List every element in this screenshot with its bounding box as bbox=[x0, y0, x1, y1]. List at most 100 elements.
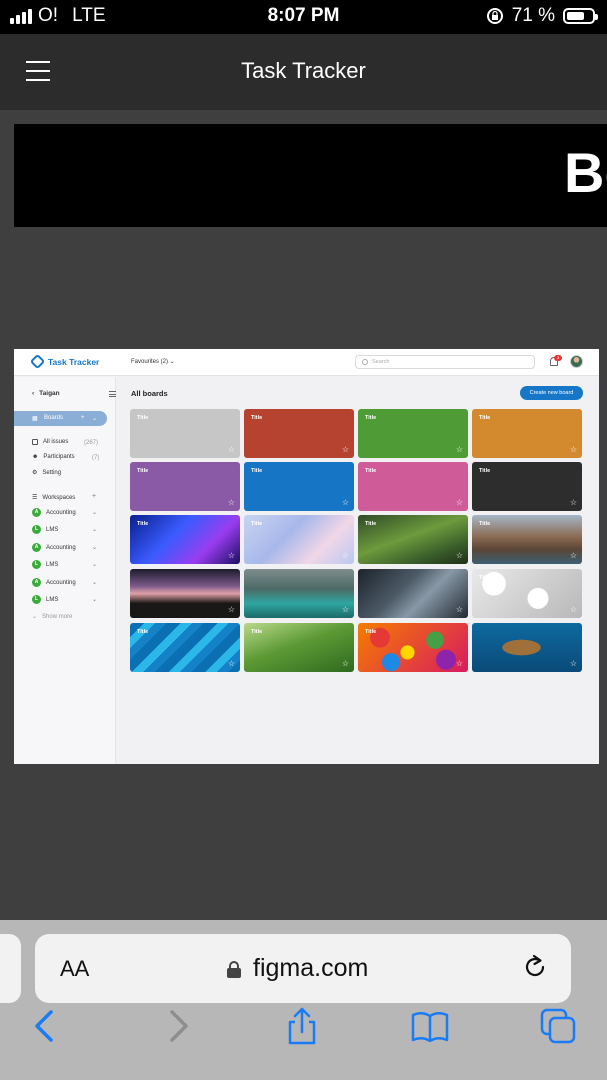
board-title: Title bbox=[251, 468, 263, 474]
star-icon[interactable]: ☆ bbox=[456, 660, 463, 668]
board-card[interactable]: Title ☆ bbox=[472, 409, 582, 458]
participants-count: (7) bbox=[92, 455, 100, 461]
search-icon bbox=[362, 359, 368, 365]
workspace-item[interactable]: A Accounting bbox=[32, 508, 76, 517]
board-title: Title bbox=[365, 629, 377, 635]
chevron-down-icon[interactable]: ⌄ bbox=[92, 579, 97, 586]
favourites-dropdown[interactable]: Favourites (2) ⌄ bbox=[131, 358, 175, 365]
text-size-label: AA bbox=[60, 956, 90, 981]
back-link[interactable]: ‹ Taigan bbox=[32, 390, 60, 397]
star-icon[interactable]: ☆ bbox=[342, 606, 349, 614]
forward-icon[interactable] bbox=[158, 1006, 198, 1046]
star-icon[interactable]: ☆ bbox=[228, 660, 235, 668]
workspace-item[interactable]: L LMS bbox=[32, 595, 58, 604]
board-card[interactable]: Title ☆ bbox=[358, 515, 468, 564]
workspace-item[interactable]: A Accounting bbox=[32, 578, 76, 587]
board-card[interactable]: ☆ bbox=[244, 569, 354, 618]
create-board-button[interactable]: Create new board bbox=[520, 386, 583, 400]
share-icon[interactable] bbox=[282, 1006, 322, 1046]
star-icon[interactable]: ☆ bbox=[228, 606, 235, 614]
chevron-down-icon[interactable]: ⌄ bbox=[92, 596, 97, 603]
board-card[interactable]: Title ☆ bbox=[472, 515, 582, 564]
star-icon[interactable]: ☆ bbox=[342, 446, 349, 454]
sidebar-item-participants[interactable]: ☻ Participants bbox=[32, 454, 75, 460]
workspace-label: Accounting bbox=[46, 509, 76, 516]
star-icon[interactable]: ☆ bbox=[456, 446, 463, 454]
board-card[interactable]: Title ☆ bbox=[472, 569, 582, 618]
board-card[interactable]: Title ☆ bbox=[244, 515, 354, 564]
page-title: All boards bbox=[131, 389, 168, 398]
workspace-avatar: A bbox=[32, 578, 41, 587]
task-tracker-frame: Task Tracker Favourites (2) ⌄ Search 3 ‹… bbox=[14, 349, 599, 764]
chevron-down-icon[interactable]: ⌄ bbox=[92, 561, 97, 568]
avatar[interactable] bbox=[570, 355, 583, 368]
board-card[interactable]: Title ☆ bbox=[358, 409, 468, 458]
workspace-label: Accounting bbox=[46, 544, 76, 551]
app-logo[interactable]: Task Tracker bbox=[29, 353, 99, 370]
search-input[interactable]: Search bbox=[355, 355, 535, 369]
workspace-item[interactable]: L LMS bbox=[32, 560, 58, 569]
board-title: Title bbox=[251, 415, 263, 421]
board-card[interactable]: Title ☆ bbox=[358, 462, 468, 511]
app-topbar: Task Tracker Favourites (2) ⌄ Search 3 bbox=[14, 349, 599, 376]
star-icon[interactable]: ☆ bbox=[342, 552, 349, 560]
star-icon[interactable]: ☆ bbox=[228, 499, 235, 507]
address-bar[interactable]: AA figma.com bbox=[35, 934, 571, 1003]
sidebar-item-boards[interactable]: ▦ Boards + ⌄ bbox=[14, 411, 107, 426]
chevron-down-icon[interactable]: ⌄ bbox=[92, 509, 97, 516]
issues-icon bbox=[32, 439, 38, 445]
board-card[interactable]: Title ☆ bbox=[244, 462, 354, 511]
board-card[interactable]: ☆ bbox=[358, 569, 468, 618]
workspace-item[interactable]: A Accounting bbox=[32, 543, 76, 552]
sidebar-item-label: Participants bbox=[43, 454, 75, 460]
tabs-icon[interactable] bbox=[538, 1006, 578, 1046]
collapse-sidebar-icon[interactable] bbox=[109, 391, 116, 399]
text-size-button[interactable]: AA bbox=[60, 956, 89, 982]
reload-icon[interactable] bbox=[521, 953, 549, 981]
show-more-link[interactable]: ⌄ Show more bbox=[32, 613, 72, 621]
star-icon[interactable]: ☆ bbox=[570, 660, 577, 668]
board-card[interactable]: Title ☆ bbox=[130, 515, 240, 564]
board-card[interactable]: Title ☆ bbox=[358, 623, 468, 672]
star-icon[interactable]: ☆ bbox=[456, 499, 463, 507]
chevron-down-icon[interactable]: ⌄ bbox=[92, 544, 97, 551]
board-card[interactable]: ☆ bbox=[472, 623, 582, 672]
board-card[interactable]: ☆ bbox=[130, 569, 240, 618]
star-icon[interactable]: ☆ bbox=[342, 660, 349, 668]
board-card[interactable]: Title ☆ bbox=[130, 409, 240, 458]
favourites-label: Favourites (2) bbox=[131, 359, 169, 365]
board-title: Title bbox=[479, 415, 491, 421]
sidebar-item-setting[interactable]: ⚙ Setting bbox=[32, 469, 61, 477]
star-icon[interactable]: ☆ bbox=[570, 446, 577, 454]
star-icon[interactable]: ☆ bbox=[342, 499, 349, 507]
back-icon[interactable] bbox=[25, 1006, 65, 1046]
bookmarks-icon[interactable] bbox=[410, 1006, 450, 1046]
star-icon[interactable]: ☆ bbox=[456, 606, 463, 614]
star-icon[interactable]: ☆ bbox=[228, 446, 235, 454]
sidebar-item-all-issues[interactable]: All issues bbox=[32, 439, 68, 445]
chevron-left-icon: ‹ bbox=[32, 390, 35, 397]
star-icon[interactable]: ☆ bbox=[570, 499, 577, 507]
board-card[interactable]: Title ☆ bbox=[472, 462, 582, 511]
board-card[interactable]: Title ☆ bbox=[130, 462, 240, 511]
board-card[interactable]: Title ☆ bbox=[244, 623, 354, 672]
board-title: Title bbox=[137, 521, 149, 527]
workspace-avatar: A bbox=[32, 508, 41, 517]
chevron-down-icon[interactable]: ⌄ bbox=[92, 415, 97, 422]
star-icon[interactable]: ☆ bbox=[456, 552, 463, 560]
add-workspace-icon[interactable]: + bbox=[92, 493, 96, 500]
star-icon[interactable]: ☆ bbox=[570, 552, 577, 560]
star-icon[interactable]: ☆ bbox=[570, 606, 577, 614]
star-icon[interactable]: ☆ bbox=[228, 552, 235, 560]
workspace-name: Taigan bbox=[39, 390, 60, 397]
board-title: Title bbox=[365, 415, 377, 421]
add-board-icon[interactable]: + bbox=[81, 415, 85, 421]
banner-text: Bo bbox=[564, 141, 607, 204]
chevron-down-icon[interactable]: ⌄ bbox=[92, 526, 97, 533]
status-bar: O! LTE 8:07 PM 71 % bbox=[0, 0, 607, 34]
board-card[interactable]: Title ☆ bbox=[130, 623, 240, 672]
previous-tab-peek[interactable] bbox=[0, 934, 21, 1003]
workspace-label: Accounting bbox=[46, 579, 76, 586]
board-card[interactable]: Title ☆ bbox=[244, 409, 354, 458]
workspace-item[interactable]: L LMS bbox=[32, 525, 58, 534]
